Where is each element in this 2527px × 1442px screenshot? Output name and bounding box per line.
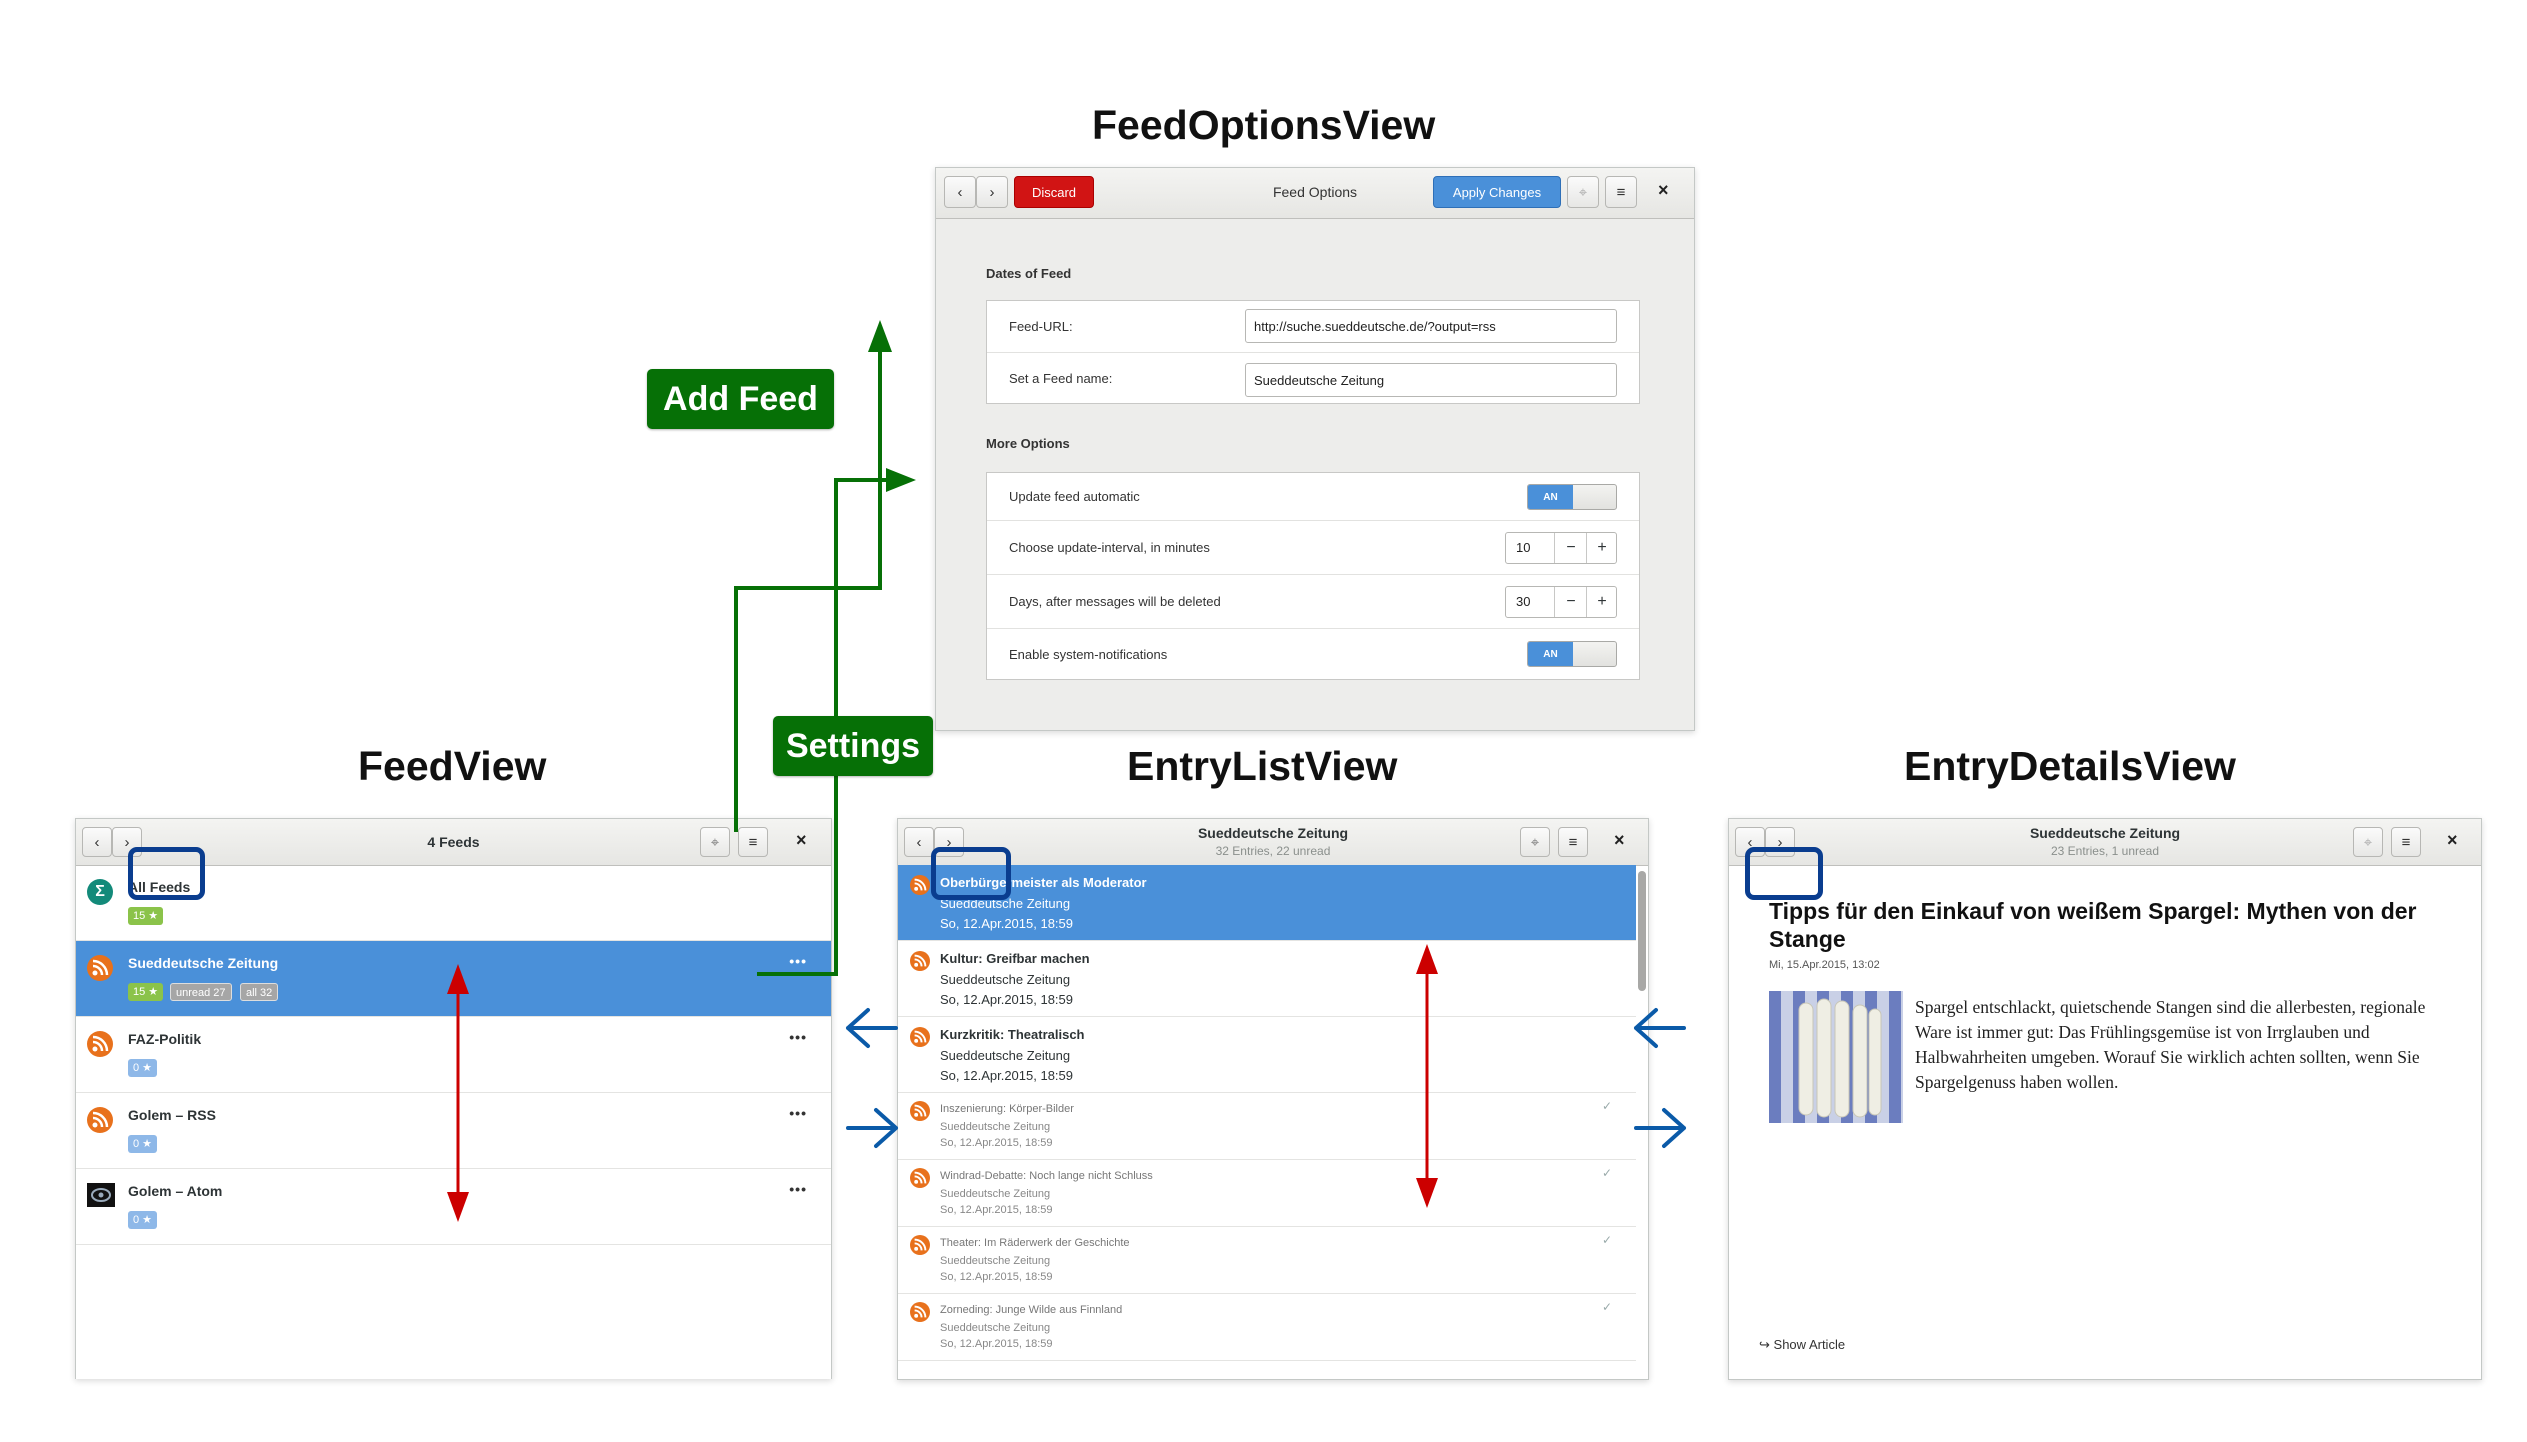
forward-arrow-right-2 [1634,1108,1686,1148]
settings-label: Settings [773,716,933,776]
entry-scroll-arrowhead-down [1416,1178,1438,1208]
entry-scroll-arrowhead-up [1416,944,1438,974]
back-arrow-left-2 [1634,1008,1686,1048]
add-feed-label: Add Feed [647,369,834,429]
back-arrow-left-1 [846,1008,898,1048]
forward-arrow-right-1 [846,1108,898,1148]
settings-arrowhead [886,468,916,492]
add-feed-arrowhead [868,320,892,352]
feed-scroll-arrowhead-up [447,964,469,994]
flow-arrows [447,320,1686,1222]
feed-scroll-arrowhead-down [447,1192,469,1222]
